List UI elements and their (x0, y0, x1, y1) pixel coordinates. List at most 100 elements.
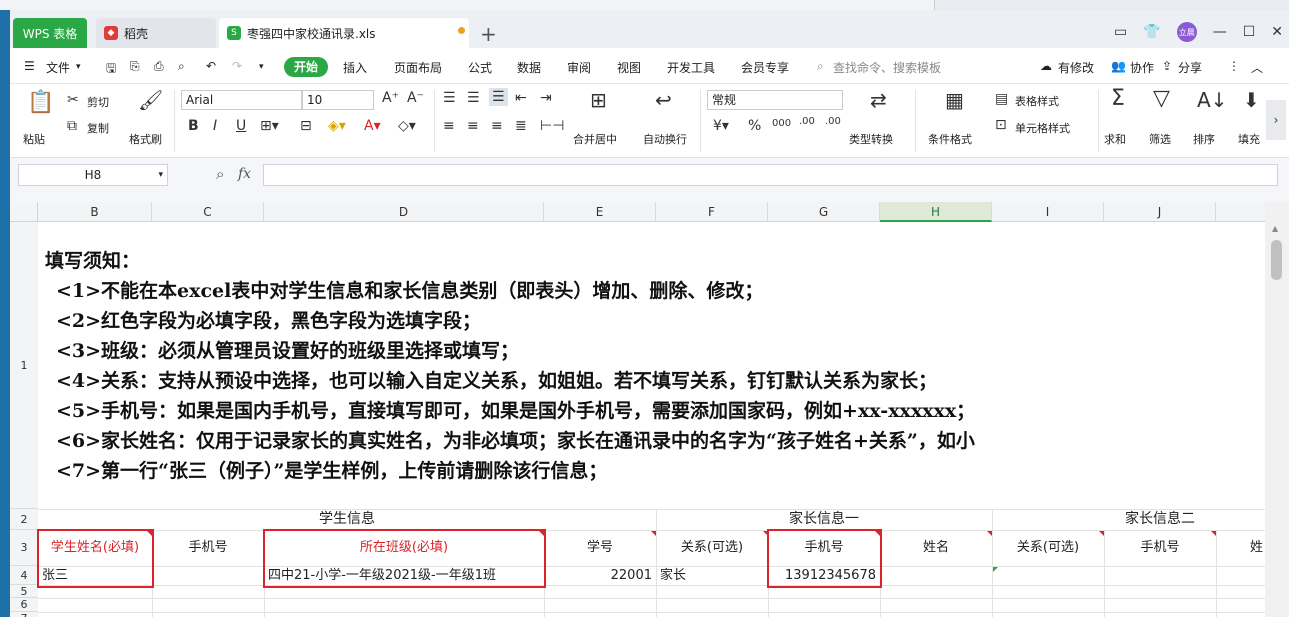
align-top-icon[interactable]: ☰ (443, 90, 456, 106)
select-all-corner[interactable] (10, 202, 38, 222)
header-relation-2[interactable]: 关系(可选) (992, 539, 1104, 557)
number-format-select[interactable]: 常规 (707, 90, 843, 110)
group-parent-info-1[interactable]: 家长信息一 (656, 510, 992, 528)
column-header-c[interactable]: C (152, 202, 264, 222)
row-header-5[interactable]: 5 (10, 585, 38, 598)
skin-icon[interactable]: 👕 (1143, 24, 1160, 40)
filter-button[interactable]: 筛选 (1149, 131, 1171, 147)
clear-format-icon[interactable]: ◇▾ (398, 118, 416, 134)
formula-input[interactable] (263, 164, 1278, 186)
more-icon[interactable]: ⋮ (1228, 59, 1240, 73)
format-painter-icon[interactable]: 🖌 (138, 88, 163, 112)
align-left-icon[interactable]: ≡ (443, 118, 455, 134)
spreadsheet-grid[interactable]: B C D E F G H I J 1 2 3 4 5 6 7 (10, 202, 1265, 617)
fill-color-icon[interactable]: ◈▾ (328, 118, 346, 134)
merge-center-icon[interactable]: ⊞ (590, 88, 607, 112)
menu-data[interactable]: 数据 (517, 59, 541, 76)
collaborate-button[interactable]: 协作 (1130, 59, 1154, 76)
indent-decrease-icon[interactable]: ⇤ (515, 90, 527, 106)
fx-icon[interactable]: fx (238, 166, 251, 182)
column-header-k[interactable] (1216, 202, 1265, 222)
column-header-g[interactable]: G (768, 202, 880, 222)
cell-e4[interactable]: 22001 (544, 567, 652, 585)
menu-view[interactable]: 视图 (617, 59, 641, 76)
align-right-icon[interactable]: ≡ (491, 118, 503, 134)
merge-center-button[interactable]: 合并居中 (573, 131, 617, 147)
row-header-7[interactable]: 7 (10, 612, 38, 617)
copy-button[interactable]: 复制 (87, 120, 109, 136)
menu-formula[interactable]: 公式 (468, 59, 492, 76)
print-icon[interactable]: ⎙ (154, 59, 164, 74)
percent-icon[interactable]: % (748, 118, 761, 134)
maximize-icon[interactable]: ☐ (1243, 24, 1256, 40)
undo-icon[interactable]: ↶ (206, 59, 216, 73)
column-header-h[interactable]: H (880, 202, 992, 222)
font-name-select[interactable]: Arial (181, 90, 302, 110)
fill-icon[interactable]: ⬇ (1243, 88, 1260, 112)
scrollbar-thumb[interactable] (1271, 240, 1282, 280)
sum-icon[interactable]: Σ (1111, 86, 1125, 111)
group-student-info[interactable]: 学生信息 (38, 510, 656, 528)
column-header-b[interactable]: B (38, 202, 152, 222)
menu-file[interactable]: 文件 (46, 59, 70, 76)
column-header-j[interactable]: J (1104, 202, 1216, 222)
row-header-1[interactable]: 1 (10, 222, 38, 509)
close-icon[interactable]: ✕ (1271, 24, 1283, 40)
scissors-icon[interactable]: ✂ (67, 92, 79, 108)
filter-icon[interactable]: ▽ (1153, 86, 1170, 111)
menu-membership[interactable]: 会员专享 (741, 59, 789, 76)
convert-icon[interactable]: ⇄ (870, 88, 887, 112)
cell-f4[interactable]: 家长 (660, 567, 764, 585)
header-relation-1[interactable]: 关系(可选) (656, 539, 768, 557)
fill-button[interactable]: 填充 (1238, 131, 1260, 147)
bold-icon[interactable]: B (188, 118, 199, 134)
redo-icon[interactable]: ↷ (232, 59, 242, 73)
sort-icon[interactable]: A↓ (1197, 88, 1227, 112)
layout-icon[interactable]: ▭ (1114, 24, 1127, 40)
chevron-down-icon[interactable]: ▾ (76, 62, 81, 72)
conditional-format-button[interactable]: 条件格式 (928, 131, 972, 147)
row-header-6[interactable]: 6 (10, 598, 38, 612)
cut-button[interactable]: 剪切 (87, 94, 109, 110)
name-box[interactable]: H8 ▾ (18, 164, 168, 186)
avatar[interactable]: 立晨 (1176, 22, 1197, 42)
copy-icon[interactable]: ⧉ (67, 118, 77, 134)
decrease-decimal-icon[interactable]: .00 (825, 116, 841, 127)
justify-icon[interactable]: ≣ (515, 118, 527, 134)
conditional-format-icon[interactable]: ▦ (945, 88, 964, 112)
ribbon-scroll-right-icon[interactable]: › (1266, 100, 1286, 140)
cell-style-button[interactable]: 单元格样式 (1015, 120, 1070, 136)
increase-decimal-icon[interactable]: .00 (799, 116, 815, 127)
table-style-button[interactable]: 表格样式 (1015, 93, 1059, 109)
tab-wps-spreadsheet[interactable]: WPS 表格 (13, 18, 87, 48)
group-parent-info-2[interactable]: 家长信息二 (992, 510, 1265, 528)
decrease-font-icon[interactable]: A⁻ (407, 90, 424, 106)
currency-icon[interactable]: ¥▾ (713, 118, 729, 134)
paste-icon[interactable]: 📋 (27, 90, 54, 115)
new-tab-plus-icon[interactable]: + (480, 22, 497, 46)
type-convert-button[interactable]: 类型转换 (849, 131, 893, 147)
chevron-down-icon[interactable]: ▾ (259, 62, 264, 72)
column-header-i[interactable]: I (992, 202, 1104, 222)
distribute-icon[interactable]: ⊢⊣ (540, 118, 564, 134)
minimize-icon[interactable]: — (1213, 24, 1227, 40)
menu-review[interactable]: 审阅 (567, 59, 591, 76)
wrap-text-button[interactable]: 自动换行 (643, 131, 687, 147)
column-header-f[interactable]: F (656, 202, 768, 222)
scroll-up-icon[interactable]: ▲ (1272, 224, 1278, 233)
indent-increase-icon[interactable]: ⇥ (540, 90, 552, 106)
merge-icon[interactable]: ⊟ (300, 118, 312, 134)
menu-icon[interactable]: ☰ (24, 59, 35, 73)
paste-button[interactable]: 粘贴 (23, 131, 45, 147)
sum-button[interactable]: 求和 (1104, 131, 1126, 147)
header-student-phone[interactable]: 手机号 (152, 539, 264, 557)
column-header-d[interactable]: D (264, 202, 544, 222)
format-painter-button[interactable]: 格式刷 (129, 131, 162, 147)
preview-icon[interactable]: ⌕ (178, 59, 185, 74)
header-parent-name-1[interactable]: 姓名 (880, 539, 992, 557)
column-header-e[interactable]: E (544, 202, 656, 222)
save-icon[interactable]: 🖫 (106, 59, 116, 80)
header-parent-phone-2[interactable]: 手机号 (1104, 539, 1216, 557)
menu-insert[interactable]: 插入 (343, 59, 367, 76)
share-button[interactable]: 分享 (1178, 59, 1202, 76)
